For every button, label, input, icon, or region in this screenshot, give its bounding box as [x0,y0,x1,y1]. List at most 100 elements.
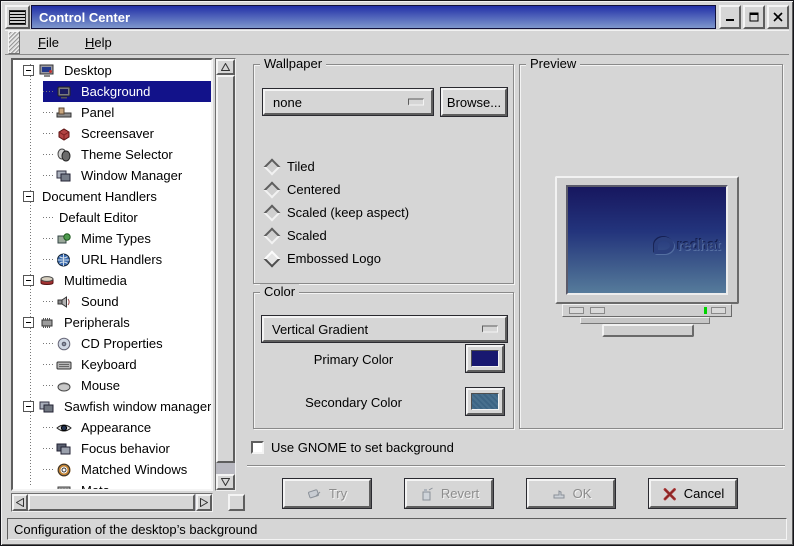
radio-diamond-icon[interactable] [263,250,281,267]
menu-help[interactable]: Help [77,32,120,53]
radio-centered[interactable]: Centered [263,178,505,201]
radio-diamond-icon[interactable] [263,204,281,221]
tree-horizontal-scrollbar[interactable] [11,493,213,512]
preview-frame-title: Preview [526,56,581,71]
tree-item-matched-windows[interactable]: Matched Windows [43,459,211,480]
radio-label: Centered [287,182,341,197]
gradient-select[interactable]: Vertical Gradient [262,316,507,342]
action-button-row: Try Revert OK Cancel [247,479,794,509]
tree-item-sound[interactable]: Sound [43,291,211,312]
browse-button[interactable]: Browse... [441,88,507,116]
button-label: Try [328,486,348,501]
try-button[interactable]: Try [283,479,371,508]
matched-windows-icon [56,462,73,477]
tree-item-sawfish-window-manager[interactable]: Sawfish window manager [13,396,211,417]
revert-button[interactable]: Revert [405,479,493,508]
tree-item-focus-behavior[interactable]: Focus behavior [43,438,211,459]
tree-item-label: Document Handlers [42,189,157,204]
radio-diamond-icon[interactable] [263,158,281,175]
tree-vertical-scrollbar[interactable] [215,58,236,491]
tree-item-url-handlers[interactable]: URL Handlers [43,249,211,270]
desktop-icon [39,63,56,78]
expander-minus-icon[interactable] [23,191,34,202]
tree-item-meta[interactable]: Meta [43,480,211,489]
menu-file[interactable]: File [30,32,67,53]
minimize-button[interactable] [719,5,741,29]
tree-item-label: CD Properties [81,336,163,351]
monitor-bezel [562,304,732,317]
radio-embossed-logo[interactable]: Embossed Logo [263,247,505,270]
arrow-left-icon [16,498,24,507]
sound-icon [56,294,73,309]
primary-color-button[interactable] [466,345,504,372]
tree-item-screensaver[interactable]: Screensaver [43,123,211,144]
tree-item-background[interactable]: Background [43,81,211,102]
tree-item-appearance[interactable]: Appearance [43,417,211,438]
titlebar[interactable]: Control Center [31,5,716,29]
mouse-icon [56,378,73,393]
title-row: Control Center [5,5,789,29]
expander-minus-icon[interactable] [23,401,34,412]
statusbar-text: Configuration of the desktop’s backgroun… [14,521,258,537]
menubar-drag-handle[interactable] [8,31,20,54]
scroll-down-button[interactable] [216,474,235,490]
wallpaper-select[interactable]: none [263,89,433,115]
use-gnome-checkbox[interactable] [251,441,264,454]
tree-item-label: Matched Windows [81,462,188,477]
tree-item-label: Panel [81,105,115,120]
tree-item-desktop[interactable]: Desktop [13,60,211,81]
wallpaper-select-value: none [273,94,302,110]
cancel-button[interactable]: Cancel [649,479,737,508]
expander-minus-icon[interactable] [23,65,34,76]
gradient-select-value: Vertical Gradient [272,321,369,337]
use-gnome-checkbox-label: Use GNOME to set background [271,440,454,455]
menubar: File Help [5,30,789,55]
tree-item-default-editor[interactable]: Default Editor [43,207,211,228]
window-title: Control Center [39,9,130,25]
panel-icon [56,105,73,120]
tree-item-label: Screensaver [81,126,154,141]
expander-minus-icon[interactable] [23,317,34,328]
tree-item-document-handlers[interactable]: Document Handlers [13,186,211,207]
tree-item-label: Sound [81,294,119,309]
scroll-left-button[interactable] [12,494,28,511]
tree-item-theme-selector[interactable]: Theme Selector [43,144,211,165]
tree-item-cd-properties[interactable]: CD Properties [43,333,211,354]
secondary-color-swatch [471,393,499,410]
peripherals-icon [39,315,56,330]
appearance-icon [56,420,73,435]
expander-minus-icon[interactable] [23,275,34,286]
tree-item-label: Mime Types [81,231,151,246]
scroll-up-button[interactable] [216,59,235,75]
horizontal-scrollbar-thumb[interactable] [28,494,195,511]
radio-tiled[interactable]: Tiled [263,155,505,178]
use-gnome-checkbox-row[interactable]: Use GNOME to set background [251,440,454,455]
tree-item-keyboard[interactable]: Keyboard [43,354,211,375]
vertical-scrollbar-thumb[interactable] [216,75,235,463]
scroll-right-button[interactable] [196,494,212,511]
radio-scaled-keep-aspect[interactable]: Scaled (keep aspect) [263,201,505,224]
tree-item-label: URL Handlers [81,252,163,267]
tree-item-panel[interactable]: Panel [43,102,211,123]
monitor-base [602,324,694,337]
tree-item-mime-types[interactable]: Mime Types [43,228,211,249]
ok-button[interactable]: OK [527,479,615,508]
window-menu-button[interactable] [5,5,30,29]
pane-resize-handle[interactable] [228,494,245,511]
power-button-icon [711,307,726,314]
color-frame-title: Color [260,284,300,299]
tree-item-label: Appearance [81,420,152,435]
tree-item-mouse[interactable]: Mouse [43,375,211,396]
radio-diamond-icon[interactable] [263,227,281,244]
radio-diamond-icon[interactable] [263,181,281,198]
tree-item-window-manager[interactable]: Window Manager [43,165,211,186]
close-button[interactable] [767,5,789,29]
secondary-color-button[interactable] [466,388,504,415]
separator [247,465,785,467]
radio-scaled[interactable]: Scaled [263,224,505,247]
focus-icon [56,441,73,456]
wallpaper-frame-title: Wallpaper [260,56,327,71]
tree-item-peripherals[interactable]: Peripherals [13,312,211,333]
tree-item-multimedia[interactable]: Multimedia [13,270,211,291]
maximize-button[interactable] [743,5,765,29]
